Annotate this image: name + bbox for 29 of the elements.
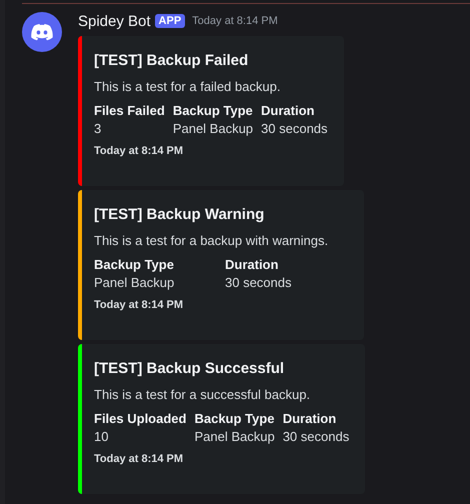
author-name[interactable]: Spidey Bot — [78, 12, 151, 30]
field-name: Backup Type — [172, 103, 254, 118]
embed-description: This is a test for a backup with warnings. — [94, 233, 330, 248]
embed-description: This is a test for a failed backup. — [94, 79, 282, 94]
field-name: Files Uploaded — [94, 411, 186, 426]
embed-title: [TEST] Backup Failed — [94, 52, 250, 69]
field-value: 30 seconds — [225, 275, 292, 290]
field-value: 3 — [94, 121, 102, 136]
embed-description: This is a test for a successful backup. — [94, 387, 312, 402]
embed-title: [TEST] Backup Warning — [94, 206, 266, 223]
field-value: 30 seconds — [282, 429, 350, 444]
app-badge: APP — [154, 14, 186, 28]
field-name: Files Failed — [94, 103, 165, 118]
field-name: Duration — [282, 411, 338, 426]
field-value: Panel Backup — [194, 429, 275, 444]
field-name: Duration — [225, 257, 280, 272]
avatar-icon[interactable] — [22, 12, 62, 52]
field-name: Duration — [261, 103, 316, 118]
field-value: 30 seconds — [261, 121, 328, 136]
embed-footer: Today at 8:14 PM — [94, 453, 350, 465]
field-value: Panel Backup — [172, 121, 254, 136]
message-timestamp: Today at 8:14 PM — [192, 15, 278, 27]
embed-title: [TEST] Backup Successful — [94, 360, 286, 377]
embed-footer: Today at 8:14 PM — [94, 145, 328, 157]
field-name: Backup Type — [94, 257, 175, 272]
field-value: Panel Backup — [94, 275, 176, 290]
field-value: 10 — [94, 429, 110, 444]
embed-footer: Today at 8:14 PM — [94, 299, 348, 311]
field-name: Backup Type — [194, 411, 275, 426]
